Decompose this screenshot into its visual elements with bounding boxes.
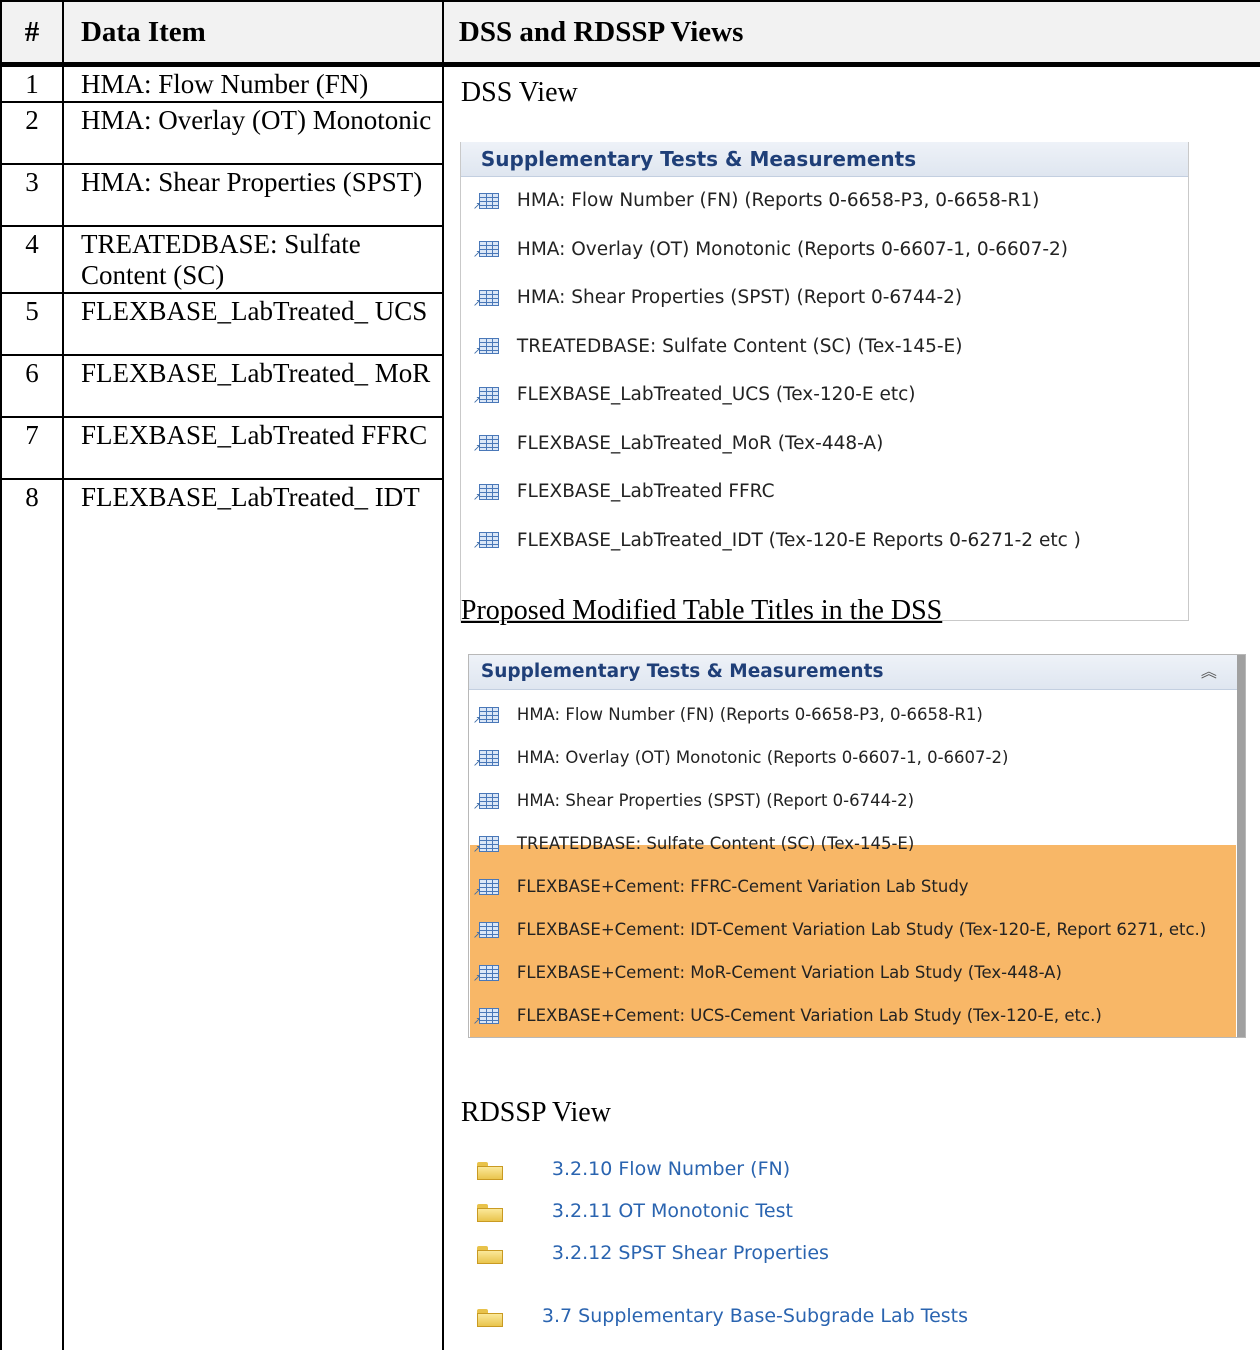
table-icon: ↗ xyxy=(473,338,499,357)
views-column: DSS View Supplementary Tests & Measureme… xyxy=(443,65,1260,1350)
proposed-table-item[interactable]: ↗ HMA: Flow Number (FN) (Reports 0-6658-P… xyxy=(473,705,983,725)
row-number: 1 xyxy=(2,67,64,101)
row-number: 6 xyxy=(2,356,64,416)
table-row: 7 FLEXBASE_LabTreated FFRC xyxy=(2,418,442,480)
row-data-item: HMA: Shear Properties (SPST) xyxy=(81,167,423,197)
proposed-table-item[interactable]: ↗ HMA: Overlay (OT) Monotonic (Reports 0-… xyxy=(473,748,1009,768)
row-data-item: FLEXBASE_LabTreated_ MoR xyxy=(81,358,431,388)
dss-table-item[interactable]: ↗ HMA: Shear Properties (SPST) (Report 0-… xyxy=(473,287,962,308)
proposed-table-item-label: HMA: Shear Properties (SPST) (Report 0-6… xyxy=(516,791,915,810)
table-icon: ↗ xyxy=(473,483,499,502)
row-data-item: FLEXBASE_LabTreated FFRC xyxy=(81,420,428,450)
collapse-chevron-icon[interactable]: ︽ xyxy=(1201,655,1217,689)
rdssp-link[interactable]: 3.2.12 SPST Shear Properties xyxy=(552,1242,829,1264)
rdssp-link[interactable]: 3.7 Supplementary Base-Subgrade Lab Test… xyxy=(542,1305,968,1327)
row-number: 2 xyxy=(2,103,64,163)
dss-table-item-label: TREATEDBASE: Sulfate Content (SC) (Tex-1… xyxy=(516,335,963,357)
proposed-table-item-label: FLEXBASE+Cement: IDT-Cement Variation La… xyxy=(516,920,1207,939)
table-icon: ↗ xyxy=(473,878,499,897)
proposed-table-item[interactable]: ↗ HMA: Shear Properties (SPST) (Report 0-… xyxy=(473,791,915,811)
row-number: 4 xyxy=(2,227,64,292)
row-number: 3 xyxy=(2,165,64,225)
proposed-table-item-label: TREATEDBASE: Sulfate Content (SC) (Tex-1… xyxy=(516,834,915,853)
table-row: 5 FLEXBASE_LabTreated_ UCS xyxy=(2,294,442,356)
row-number: 7 xyxy=(2,418,64,478)
dss-table-item-label: HMA: Shear Properties (SPST) (Report 0-6… xyxy=(516,287,963,308)
row-data-item: HMA: Overlay (OT) Monotonic xyxy=(81,105,432,135)
row-number: 5 xyxy=(2,294,64,354)
dss-panel-title: Supplementary Tests & Measurements xyxy=(460,142,1188,177)
table-icon: ↗ xyxy=(473,835,499,854)
proposed-table-item[interactable]: ↗ TREATEDBASE: Sulfate Content (SC) (Tex-… xyxy=(473,834,915,854)
proposed-dss-panel: Supplementary Tests & Measurements ︽ ↗ HM… xyxy=(467,654,1246,1038)
table-icon: ↗ xyxy=(473,792,499,811)
dss-table-item[interactable]: ↗ TREATEDBASE: Sulfate Content (SC) (Tex-… xyxy=(473,336,963,357)
dss-panel: Supplementary Tests & Measurements ↗ HMA:… xyxy=(459,142,1189,621)
table-icon: ↗ xyxy=(473,386,499,405)
panel-scrollbar[interactable] xyxy=(1236,655,1245,1037)
table-row: 6 FLEXBASE_LabTreated_ MoR xyxy=(2,356,442,418)
dss-view-heading: DSS View xyxy=(460,77,578,108)
header-num: # xyxy=(0,0,63,67)
folder-icon xyxy=(476,1309,503,1327)
table-icon: ↗ xyxy=(473,241,499,260)
rdssp-view-heading: RDSSP View xyxy=(460,1097,611,1128)
row-data-item: TREATEDBASE: Sulfate Content (SC) xyxy=(81,229,361,290)
dss-table-item[interactable]: ↗ FLEXBASE_LabTreated FFRC xyxy=(473,481,775,502)
rdssp-link[interactable]: 3.2.11 OT Monotonic Test xyxy=(552,1200,793,1222)
table-icon: ↗ xyxy=(473,749,499,768)
proposed-panel-title: Supplementary Tests & Measurements ︽ xyxy=(468,655,1245,690)
dss-table-item[interactable]: ↗ HMA: Overlay (OT) Monotonic (Reports 0-… xyxy=(473,239,1068,260)
header-data-item: Data Item xyxy=(61,0,443,67)
table-icon: ↗ xyxy=(473,706,499,725)
folder-icon xyxy=(476,1204,503,1222)
proposed-table-item-label: HMA: Flow Number (FN) (Reports 0-6658-P3… xyxy=(516,705,983,724)
table-icon: ↗ xyxy=(473,532,499,551)
data-items-table: # Data Item DSS and RDSSP Views 1 HMA: Fl… xyxy=(0,0,1260,1350)
dss-table-item[interactable]: ↗ FLEXBASE_LabTreated_MoR (Tex-448-A) xyxy=(473,433,883,454)
dss-table-item-label: HMA: Flow Number (FN) (Reports 0-6658-P3… xyxy=(516,190,1040,211)
table-row: 8 FLEXBASE_LabTreated_ IDT xyxy=(2,480,442,540)
dss-table-item-label: FLEXBASE_LabTreated_MoR (Tex-448-A) xyxy=(516,432,884,454)
table-icon: ↗ xyxy=(473,192,499,211)
table-row: 3 HMA: Shear Properties (SPST) xyxy=(2,165,442,227)
table-icon: ↗ xyxy=(473,921,499,940)
folder-icon xyxy=(476,1162,503,1180)
row-number: 8 xyxy=(2,480,64,540)
dss-table-item-label: FLEXBASE_LabTreated FFRC xyxy=(516,481,775,502)
dss-table-item-label: FLEXBASE_LabTreated_IDT (Tex-120-E Repor… xyxy=(516,529,1081,551)
folder-icon xyxy=(476,1246,503,1264)
dss-table-item-label: HMA: Overlay (OT) Monotonic (Reports 0-6… xyxy=(516,238,1069,260)
table-icon: ↗ xyxy=(473,1007,499,1026)
proposed-table-item-label: HMA: Overlay (OT) Monotonic (Reports 0-6… xyxy=(516,748,1009,767)
row-data-item: HMA: Flow Number (FN) xyxy=(81,69,369,99)
table-icon: ↗ xyxy=(473,964,499,983)
table-icon: ↗ xyxy=(473,289,499,308)
proposed-table-item-label: FLEXBASE+Cement: UCS-Cement Variation La… xyxy=(516,1006,1102,1025)
dss-table-item[interactable]: ↗ FLEXBASE_LabTreated_IDT (Tex-120-E Repo… xyxy=(473,530,1081,551)
proposed-table-item-label: FLEXBASE+Cement: MoR-Cement Variation La… xyxy=(516,963,1062,982)
rdssp-link[interactable]: 3.2.10 Flow Number (FN) xyxy=(552,1158,790,1180)
proposed-table-item[interactable]: ↗ FLEXBASE+Cement: UCS-Cement Variation L… xyxy=(473,1006,1102,1026)
table-row: 2 HMA: Overlay (OT) Monotonic xyxy=(2,103,442,165)
dss-table-item[interactable]: ↗ HMA: Flow Number (FN) (Reports 0-6658-P… xyxy=(473,190,1039,211)
proposed-panel-title-text: Supplementary Tests & Measurements xyxy=(480,661,884,682)
proposed-table-item[interactable]: ↗ FLEXBASE+Cement: IDT-Cement Variation L… xyxy=(473,920,1207,940)
proposed-table-item[interactable]: ↗ FLEXBASE+Cement: MoR-Cement Variation L… xyxy=(473,963,1062,983)
proposed-heading: Proposed Modified Table Titles in the DS… xyxy=(460,595,943,626)
table-row: 1 HMA: Flow Number (FN) xyxy=(2,67,442,103)
proposed-table-item-label: FLEXBASE+Cement: FFRC-Cement Variation L… xyxy=(516,877,969,896)
row-data-item: FLEXBASE_LabTreated_ IDT xyxy=(81,482,420,512)
items-column: 1 HMA: Flow Number (FN) 2 HMA: Overlay (OT)… xyxy=(0,64,444,1350)
row-data-item: FLEXBASE_LabTreated_ UCS xyxy=(81,296,428,326)
proposed-table-item[interactable]: ↗ FLEXBASE+Cement: FFRC-Cement Variation … xyxy=(473,877,969,897)
dss-table-item-label: FLEXBASE_LabTreated_UCS (Tex-120-E etc) xyxy=(516,384,916,405)
table-row: 4 TREATEDBASE: Sulfate Content (SC) xyxy=(2,227,442,294)
header-views: DSS and RDSSP Views xyxy=(441,0,1260,67)
dss-table-item[interactable]: ↗ FLEXBASE_LabTreated_UCS (Tex-120-E etc) xyxy=(473,384,916,405)
table-icon: ↗ xyxy=(473,435,499,454)
